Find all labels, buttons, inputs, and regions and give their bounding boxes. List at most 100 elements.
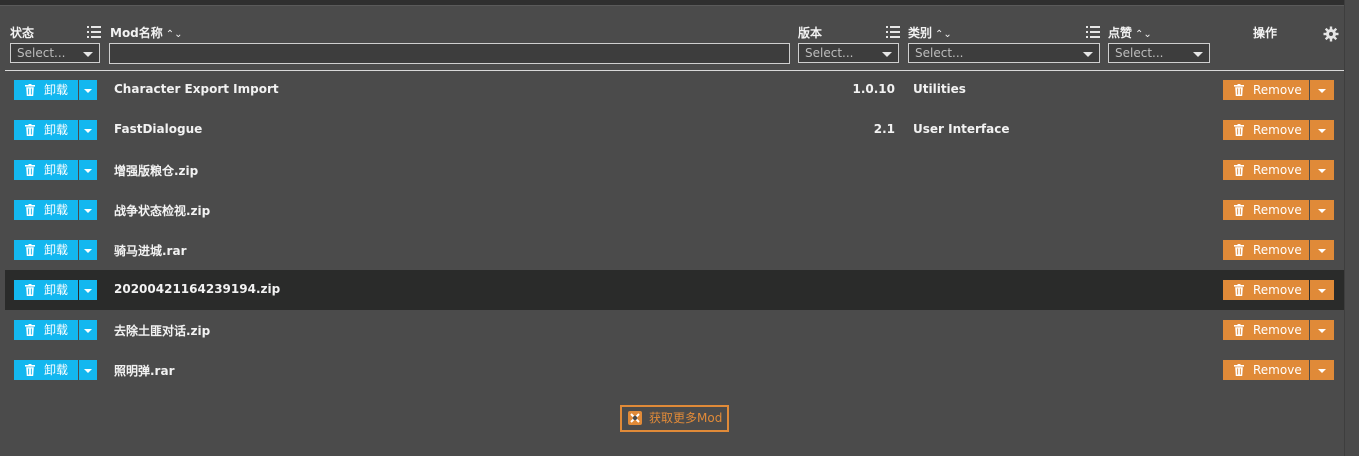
uninstall-button[interactable]: 卸载 [14,80,78,100]
remove-label: Remove [1253,203,1302,217]
uninstall-button[interactable]: 卸载 [14,200,78,220]
uninstall-label: 卸载 [44,243,69,257]
remove-dropdown-button[interactable] [1310,360,1334,380]
uninstall-button[interactable]: 卸载 [14,360,78,380]
chevron-down-icon [84,209,92,213]
table-row: 卸载 增强版粮仓.zip Remove [5,150,1344,190]
version-filter-placeholder: Select... [805,46,854,60]
header-actions: 操作 [1253,26,1278,40]
get-more-mods-label: 获取更多Mod [649,411,723,425]
category-filter-select[interactable]: Select... [908,43,1100,63]
remove-dropdown-button[interactable] [1310,80,1334,100]
uninstall-button[interactable]: 卸载 [14,120,78,140]
uninstall-button[interactable]: 卸载 [14,280,78,300]
chevron-down-icon [1318,89,1326,93]
get-more-mods-button[interactable]: 获取更多Mod [620,405,729,432]
remove-label: Remove [1253,283,1302,297]
uninstall-dropdown-button[interactable] [79,80,97,100]
chevron-down-icon [1318,289,1326,293]
uninstall-label: 卸载 [44,83,69,97]
remove-button[interactable]: Remove [1223,120,1309,140]
trash-icon [25,244,35,256]
remove-label: Remove [1253,243,1302,257]
table-row: 卸载 去除土匪对话.zip Remove [5,310,1344,350]
mod-name: 去除土匪对话.zip [114,324,211,338]
uninstall-dropdown-button[interactable] [79,320,97,340]
uninstall-button[interactable]: 卸载 [14,160,78,180]
mod-name: 20200421164239194.zip [114,282,281,296]
table-row: 卸载 FastDialogue 2.1 User Interface Remove [5,110,1344,150]
mod-version: 1.0.10 [852,82,895,96]
remove-button[interactable]: Remove [1223,240,1309,260]
table-row: 卸载 20200421164239194.zip Remove [5,270,1344,310]
uninstall-dropdown-button[interactable] [79,240,97,260]
remove-dropdown-button[interactable] [1310,280,1334,300]
header-likes-label: 点赞 [1108,26,1133,40]
uninstall-dropdown-button[interactable] [79,280,97,300]
remove-dropdown-button[interactable] [1310,160,1334,180]
remove-dropdown-button[interactable] [1310,240,1334,260]
mod-name: 战争状态检视.zip [114,204,211,218]
chevron-down-icon [1318,169,1326,173]
uninstall-button[interactable]: 卸载 [14,240,78,260]
remove-button[interactable]: Remove [1223,280,1309,300]
uninstall-dropdown-button[interactable] [79,360,97,380]
status-filter-placeholder: Select... [17,46,66,60]
table-row: 卸载 Character Export Import 1.0.10 Utilities… [5,70,1344,110]
remove-button[interactable]: Remove [1223,360,1309,380]
chevron-down-icon [84,369,92,373]
uninstall-dropdown-button[interactable] [79,160,97,180]
uninstall-label: 卸载 [44,323,69,337]
remove-button[interactable]: Remove [1223,200,1309,220]
trash-icon [1234,204,1244,216]
sort-icon: ⌃⌄ [165,29,183,40]
trash-icon [1234,244,1244,256]
uninstall-label: 卸载 [44,203,69,217]
gear-icon[interactable] [1323,26,1339,42]
chevron-down-icon [1083,52,1093,57]
remove-button[interactable]: Remove [1223,320,1309,340]
chevron-down-icon [1193,52,1203,57]
header-category[interactable]: 类别 ⌃⌄ [908,24,952,41]
header-likes[interactable]: 点赞 ⌃⌄ [1108,24,1152,41]
trash-icon [1234,284,1244,296]
list-icon[interactable] [886,26,900,38]
header-modname[interactable]: Mod名称 ⌃⌄ [110,24,183,41]
table-row: 卸载 骑马进城.rar Remove [5,230,1344,270]
uninstall-dropdown-button[interactable] [79,200,97,220]
chevron-down-icon [84,249,92,253]
chevron-down-icon [1318,129,1326,133]
category-filter-placeholder: Select... [915,46,964,60]
sort-icon: ⌃⌄ [1135,29,1152,40]
uninstall-label: 卸载 [44,163,69,177]
nexus-logo-icon [628,411,642,425]
mod-name: 增强版粮仓.zip [114,164,199,178]
likes-filter-select[interactable]: Select... [1108,43,1210,63]
list-icon[interactable] [1086,26,1100,38]
status-filter-select[interactable]: Select... [10,43,100,63]
top-border [0,0,1359,6]
remove-label: Remove [1253,83,1302,97]
trash-icon [25,364,35,376]
remove-button[interactable]: Remove [1223,80,1309,100]
list-icon[interactable] [87,26,101,38]
chevron-down-icon [84,89,92,93]
modname-filter-input[interactable] [109,43,790,64]
trash-icon [25,124,35,136]
chevron-down-icon [83,52,93,57]
mod-category: User Interface [913,122,1010,136]
remove-label: Remove [1253,363,1302,377]
remove-dropdown-button[interactable] [1310,200,1334,220]
mod-name: Character Export Import [114,82,279,96]
header-version: 版本 [798,26,823,40]
remove-label: Remove [1253,323,1302,337]
version-filter-select[interactable]: Select... [798,43,899,63]
remove-dropdown-button[interactable] [1310,120,1334,140]
uninstall-dropdown-button[interactable] [79,120,97,140]
remove-dropdown-button[interactable] [1310,320,1334,340]
remove-button[interactable]: Remove [1223,160,1309,180]
chevron-down-icon [1318,369,1326,373]
header-category-label: 类别 [908,26,933,40]
uninstall-button[interactable]: 卸载 [14,320,78,340]
remove-label: Remove [1253,163,1302,177]
